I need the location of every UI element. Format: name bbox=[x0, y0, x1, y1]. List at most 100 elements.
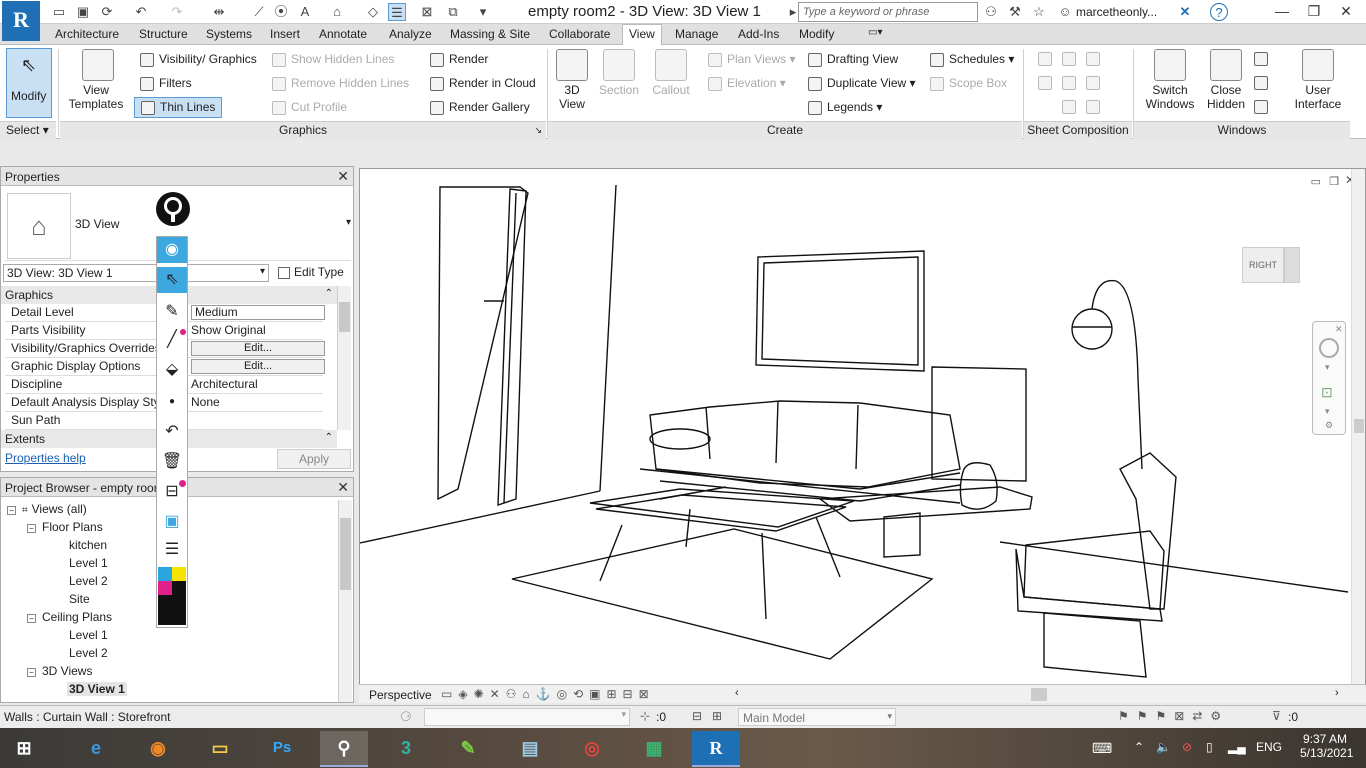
user-interface-button[interactable]: User Interface bbox=[1290, 49, 1346, 111]
matchline-icon[interactable] bbox=[1086, 75, 1105, 90]
drafting-view-button[interactable]: Drafting View bbox=[808, 52, 898, 67]
restore-icon[interactable]: ❐ bbox=[1298, 0, 1330, 24]
section-qat-icon[interactable]: ◇ bbox=[364, 3, 382, 21]
scroll-left-icon[interactable]: ‹ bbox=[735, 687, 739, 699]
view-control-icons[interactable]: ▭◈✺✕⚇⌂⚓◎⟲▣⊞⊟⊠ bbox=[441, 687, 655, 701]
photoshop-icon[interactable]: Ps bbox=[258, 731, 306, 767]
editing-requests-icon[interactable]: ⊟ bbox=[692, 709, 702, 723]
undo-icon[interactable]: ↶ bbox=[132, 3, 150, 21]
text-icon[interactable]: A bbox=[296, 3, 314, 21]
eraser-icon[interactable]: ⬙ bbox=[157, 357, 187, 383]
tab-massing-site[interactable]: Massing & Site bbox=[450, 27, 530, 41]
open-icon[interactable]: ▭ bbox=[50, 3, 68, 21]
plan-views-button[interactable]: Plan Views ▾ bbox=[708, 52, 796, 67]
view-reference-icon[interactable] bbox=[1062, 99, 1081, 114]
revisions-icon[interactable] bbox=[1038, 75, 1057, 90]
collapse-icon[interactable]: − bbox=[27, 668, 36, 677]
panel-launcher-icon[interactable]: ↘ bbox=[534, 122, 542, 139]
collapse-icon[interactable]: − bbox=[27, 524, 36, 533]
sync-icon[interactable]: ⟳ bbox=[98, 3, 116, 21]
scroll-right-icon[interactable]: › bbox=[1335, 687, 1339, 699]
tree-item[interactable]: kitchen bbox=[69, 538, 107, 552]
edit-type-button[interactable]: Edit Type bbox=[275, 263, 351, 283]
instance-selector[interactable]: 3D View: 3D View 1 ▾ bbox=[3, 264, 269, 282]
filters-button[interactable]: Filters bbox=[140, 76, 192, 91]
sheet-icon[interactable] bbox=[1038, 51, 1057, 66]
create-panel-title[interactable]: Create bbox=[548, 121, 1022, 139]
apply-button[interactable]: Apply bbox=[277, 449, 351, 469]
remove-hidden-lines-button[interactable]: Remove Hidden Lines bbox=[272, 76, 409, 91]
prop-value[interactable]: Architectural bbox=[191, 376, 258, 393]
design-options-icon[interactable]: ⊞ bbox=[712, 709, 722, 723]
camera-icon[interactable]: ▣ bbox=[157, 509, 187, 535]
line-width-swatch[interactable] bbox=[158, 595, 186, 625]
3d-view-qat-icon[interactable]: ⌂ bbox=[328, 3, 346, 21]
steering-wheel-icon[interactable] bbox=[1319, 338, 1339, 358]
color-black[interactable] bbox=[172, 581, 186, 595]
tag-icon[interactable]: ⦿ bbox=[272, 3, 290, 21]
windows-panel-title[interactable]: Windows bbox=[1134, 121, 1350, 139]
language-indicator[interactable]: ENG bbox=[1256, 740, 1282, 754]
application-menu-button[interactable]: R bbox=[2, 1, 40, 41]
settings-icon[interactable]: ⚙ bbox=[1325, 420, 1333, 431]
battery-icon[interactable]: ▯ bbox=[1206, 740, 1213, 754]
view-mode-label[interactable]: Perspective bbox=[369, 688, 432, 702]
selection-options-icons[interactable]: ⚑⚑⚑⊠⇄⚙ bbox=[1118, 709, 1229, 723]
color-magenta[interactable] bbox=[158, 581, 172, 595]
chrome-icon[interactable]: ◎ bbox=[568, 731, 616, 767]
tray-expand-icon[interactable]: ⌃ bbox=[1134, 740, 1144, 754]
render-button[interactable]: Render bbox=[430, 52, 488, 67]
cut-profile-button[interactable]: Cut Profile bbox=[272, 100, 347, 115]
worksets-icon[interactable]: ⚆ bbox=[400, 709, 412, 725]
chevron-down-icon[interactable]: ▾ bbox=[1325, 362, 1330, 373]
3d-viewport[interactable]: ▭ ❐ ✕ RIGHT ✕ ▾ ⊡ ▾ ⚙ bbox=[359, 168, 1366, 703]
switch-windows-qat-icon[interactable]: ⧉ bbox=[444, 3, 462, 21]
eye-icon[interactable]: ◉ bbox=[157, 237, 187, 263]
screen-marker-icon[interactable]: ⚲ bbox=[320, 731, 368, 767]
color-yellow[interactable] bbox=[172, 567, 186, 581]
edit-button[interactable]: Edit... bbox=[191, 341, 325, 356]
firefox-icon[interactable]: ◉ bbox=[134, 731, 182, 767]
hscroll-thumb[interactable] bbox=[1031, 688, 1047, 701]
3ds-max-icon[interactable]: 3 bbox=[382, 731, 430, 767]
properties-help-link[interactable]: Properties help bbox=[5, 451, 86, 465]
tab-architecture[interactable]: Architecture bbox=[55, 27, 119, 41]
properties-scrollbar[interactable] bbox=[337, 286, 351, 430]
dot-icon[interactable]: ● bbox=[157, 389, 187, 415]
sketch-app-icon[interactable]: ✎ bbox=[444, 731, 492, 767]
select-panel-title[interactable]: Select ▾ bbox=[0, 121, 56, 139]
zoom-icon[interactable]: ⊡ bbox=[1321, 384, 1333, 401]
tab-annotate[interactable]: Annotate bbox=[319, 27, 367, 41]
filter-icon[interactable]: ⊽ bbox=[1272, 709, 1281, 723]
tab-view[interactable]: View bbox=[622, 24, 662, 46]
cursor-icon[interactable]: ⇖ bbox=[157, 267, 187, 293]
calculator-icon[interactable]: ▦ bbox=[630, 731, 678, 767]
duplicate-view-button[interactable]: Duplicate View ▾ bbox=[808, 76, 916, 91]
close-hidden-qat-icon[interactable]: ⊠ bbox=[418, 3, 436, 21]
browser-scrollbar[interactable] bbox=[338, 500, 352, 702]
show-hidden-lines-button[interactable]: Show Hidden Lines bbox=[272, 52, 394, 67]
visibility-graphics-button[interactable]: Visibility/ Graphics bbox=[140, 52, 257, 67]
close-icon[interactable]: ✕ bbox=[337, 479, 349, 496]
collapse-icon[interactable]: − bbox=[27, 614, 36, 623]
design-option-select[interactable]: Main Model ▾ bbox=[738, 708, 896, 726]
callout-button[interactable]: Callout bbox=[650, 49, 692, 97]
subscription-icon[interactable]: ⚒ bbox=[1006, 3, 1024, 21]
tree-3d-views[interactable]: −3D Views bbox=[27, 664, 92, 678]
tree-item[interactable]: Level 1 bbox=[69, 628, 108, 642]
section-button[interactable]: Section bbox=[598, 49, 640, 97]
switch-windows-button[interactable]: Switch Windows bbox=[1142, 49, 1198, 111]
close-icon[interactable]: ✕ bbox=[337, 168, 349, 185]
tree-item[interactable]: Level 2 bbox=[69, 646, 108, 660]
elevation-button[interactable]: Elevation ▾ bbox=[708, 76, 786, 91]
color-cyan[interactable] bbox=[158, 567, 172, 581]
chevron-down-icon[interactable]: ▾ bbox=[346, 217, 351, 228]
search-input[interactable]: Type a keyword or phrase bbox=[798, 2, 978, 22]
customize-qat-icon[interactable]: ▾ bbox=[474, 3, 492, 21]
tree-item[interactable]: Site bbox=[69, 592, 90, 606]
user-icon[interactable]: ☺ bbox=[1056, 3, 1074, 21]
close-hidden-button[interactable]: Close Hidden bbox=[1204, 49, 1248, 111]
tile-icon[interactable] bbox=[1254, 99, 1273, 114]
save-icon[interactable]: ▣ bbox=[74, 3, 92, 21]
redo-icon[interactable]: ↷ bbox=[168, 3, 186, 21]
